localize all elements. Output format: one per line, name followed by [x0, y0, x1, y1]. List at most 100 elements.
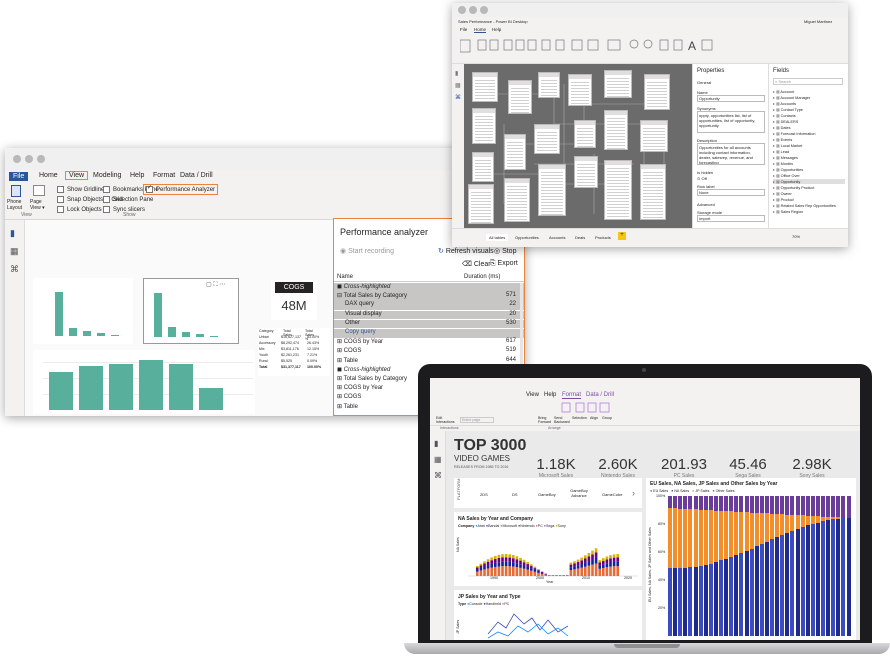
result-row[interactable]: Copy query: [334, 329, 524, 338]
field-table-item[interactable]: ▸ ▦ Dates: [773, 125, 845, 130]
field-table-item[interactable]: ▸ ▦ DEALERS: [773, 119, 845, 124]
tab-data-drill[interactable]: Data / Drill: [586, 392, 614, 398]
field-table-item[interactable]: ▸ ▦ Office Over: [773, 173, 845, 178]
checkbox-box[interactable]: [57, 206, 64, 213]
model-table-card[interactable]: [504, 134, 526, 170]
tab-view[interactable]: View: [65, 171, 89, 180]
stacked-column[interactable]: [703, 496, 708, 636]
total-sales-by-category-visual[interactable]: [33, 278, 133, 344]
stacked-column[interactable]: [780, 496, 785, 636]
stacked-column[interactable]: [724, 496, 729, 636]
chevron-right-icon[interactable]: ›: [632, 488, 635, 498]
tab-help[interactable]: Help: [492, 27, 501, 32]
checkbox-box[interactable]: [146, 186, 153, 193]
stacked-column[interactable]: [754, 496, 759, 636]
stacked-column[interactable]: [734, 496, 739, 636]
tab-format[interactable]: Format: [562, 392, 582, 399]
stacked-column[interactable]: [759, 496, 764, 636]
field-table-item[interactable]: ▸ ▦ Related Sales Rep Opportunities: [773, 203, 845, 208]
phone-layout-button[interactable]: Phone Layout: [7, 199, 29, 211]
field-table-item[interactable]: ▸ ▦ Events: [773, 137, 845, 142]
window-dot[interactable]: [469, 6, 477, 14]
stacked-column[interactable]: [831, 496, 836, 636]
expand-toggle-icon[interactable]: ⊞: [337, 385, 344, 391]
legend-item[interactable]: JP Sales: [695, 489, 709, 493]
window-dot[interactable]: [458, 6, 466, 14]
jp-sales-chart[interactable]: JP Sales by Year and Type Type ●Console …: [454, 590, 642, 640]
model-table-card[interactable]: [574, 156, 598, 188]
general-section[interactable]: General: [697, 80, 711, 85]
field-table-item[interactable]: ▸ ▦ Messages: [773, 155, 845, 160]
tab-products[interactable]: Products: [592, 234, 614, 241]
clear-button[interactable]: ⌫ Clear: [462, 260, 491, 268]
result-row[interactable]: DAX query 22: [334, 301, 524, 310]
result-row[interactable]: ⊞ COGS 519: [334, 347, 524, 356]
platform-option[interactable]: GameCube: [602, 492, 622, 497]
duration-column-header[interactable]: Duration (ms): [464, 274, 500, 280]
stacked-column[interactable]: [800, 496, 805, 636]
stacked-column[interactable]: [708, 496, 713, 636]
model-table-card[interactable]: [504, 178, 530, 222]
model-view-icon[interactable]: ⌘: [455, 94, 461, 101]
sales-by-year-chart[interactable]: EU Sales, NA Sales, JP Sales and Other S…: [646, 478, 856, 640]
visual-header-icons[interactable]: ▢ ⛶ ⋯: [206, 281, 225, 289]
selected-category-visual[interactable]: ▢ ⛶ ⋯: [143, 278, 239, 344]
expand-toggle-icon[interactable]: ⊞: [337, 339, 344, 345]
tab-format[interactable]: Format: [153, 172, 175, 179]
model-table-card[interactable]: [604, 160, 632, 220]
selection-button[interactable]: Selection: [572, 416, 587, 420]
tab-view[interactable]: View: [526, 392, 539, 398]
lock-objects-checkbox[interactable]: Lock Objects: [57, 206, 102, 213]
edit-interactions-button[interactable]: Edit Interactions: [436, 416, 458, 424]
stacked-column[interactable]: [795, 496, 800, 636]
result-row[interactable]: ⊟ Total Sales by Category 571: [334, 292, 524, 301]
platform-option[interactable]: DS: [512, 492, 518, 497]
field-table-item[interactable]: ▸ ▦ Contact Type: [773, 107, 845, 112]
start-recording-button[interactable]: ◉ Start recording: [340, 247, 394, 255]
stacked-column[interactable]: [713, 496, 718, 636]
tab-home[interactable]: Home: [39, 172, 58, 179]
align-button[interactable]: Align: [590, 416, 598, 420]
expand-toggle-icon[interactable]: ⊞: [337, 348, 344, 354]
tab-home[interactable]: Home: [474, 27, 487, 33]
bring-forward-button[interactable]: Bring Forward: [538, 416, 552, 424]
platform-slicer[interactable]: PLATFORM 2DS DS GameBoy GameBoy Advance …: [454, 478, 642, 508]
platform-option[interactable]: 2DS: [480, 492, 488, 497]
kpi-card[interactable]: 2.60K Nintendo Sales: [585, 456, 651, 479]
stacked-column[interactable]: [785, 496, 790, 636]
legend-item[interactable]: Console: [469, 602, 482, 606]
stacked-column[interactable]: [775, 496, 780, 636]
model-table-card[interactable]: [568, 74, 592, 106]
send-backward-button[interactable]: Send Backward: [554, 416, 570, 424]
platform-option[interactable]: GameBoy Advance: [566, 488, 592, 498]
model-table-card[interactable]: [472, 72, 498, 102]
field-table-item[interactable]: ▸ ▦ Accounts: [773, 101, 845, 106]
selection-pane-checkbox[interactable]: Selection Pane: [103, 196, 153, 203]
tab-file[interactable]: File: [9, 172, 29, 181]
model-table-card[interactable]: [472, 108, 496, 144]
kpi-card[interactable]: 2.98K Sony Sales: [779, 456, 845, 479]
field-table-item[interactable]: ▸ ▦ Forecast Information: [773, 131, 845, 136]
storage-mode-select[interactable]: Import: [697, 215, 765, 222]
kpi-card[interactable]: 1.18K Microsoft Sales: [523, 456, 589, 479]
stacked-column[interactable]: [673, 496, 678, 636]
name-input[interactable]: Opportunity: [697, 95, 765, 102]
stop-button[interactable]: ◎ Stop: [494, 247, 516, 255]
tab-file[interactable]: File: [460, 27, 467, 32]
kpi-card[interactable]: 201.93 PC Sales: [651, 456, 717, 479]
model-table-card[interactable]: [604, 70, 632, 98]
synonyms-input[interactable]: oppty, opportunities list, list of oppor…: [697, 111, 765, 133]
report-view-icon[interactable]: ▮: [455, 70, 458, 77]
stacked-column[interactable]: [810, 496, 815, 636]
legend-item[interactable]: Handheld: [486, 602, 501, 606]
expand-toggle-icon[interactable]: ⊟: [337, 293, 344, 299]
stacked-column[interactable]: [764, 496, 769, 636]
model-table-card[interactable]: [604, 110, 628, 150]
result-row[interactable]: Visual display 20: [334, 310, 524, 320]
stacked-column[interactable]: [678, 496, 683, 636]
name-column-header[interactable]: Name: [337, 274, 353, 280]
copy-query-link[interactable]: Copy query: [337, 329, 376, 335]
tab-accounts[interactable]: Accounts: [546, 234, 568, 241]
advanced-section[interactable]: Advanced: [697, 202, 715, 207]
model-table-card[interactable]: [534, 124, 560, 154]
